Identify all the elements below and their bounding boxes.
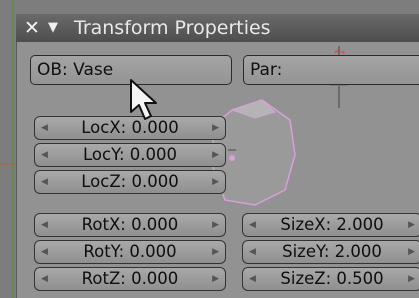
arrow-left-icon[interactable]: ◀ — [249, 268, 256, 290]
rot-z-label: RotZ: 0.000 — [81, 269, 179, 288]
arrow-left-icon[interactable]: ◀ — [41, 214, 48, 236]
arrow-left-icon[interactable]: ◀ — [249, 241, 256, 263]
rot-z-button[interactable]: ◀ RotZ: 0.000 ▶ — [34, 267, 226, 291]
collapse-triangle-icon[interactable]: ▼ — [48, 14, 58, 42]
arrow-left-icon[interactable]: ◀ — [41, 144, 48, 166]
arrow-right-icon[interactable]: ▶ — [408, 214, 415, 236]
arrow-right-icon[interactable]: ▶ — [212, 171, 219, 193]
size-z-label: SizeZ: 0.500 — [280, 269, 384, 288]
arrow-left-icon[interactable]: ◀ — [249, 214, 256, 236]
arrow-right-icon[interactable]: ▶ — [408, 268, 415, 290]
rot-x-button[interactable]: ◀ RotX: 0.000 ▶ — [34, 213, 226, 237]
arrow-right-icon[interactable]: ▶ — [408, 241, 415, 263]
size-y-button[interactable]: ◀ SizeY: 2.000 ▶ — [242, 240, 419, 264]
size-y-label: SizeY: 2.000 — [282, 242, 382, 261]
arrow-left-icon[interactable]: ◀ — [41, 241, 48, 263]
arrow-right-icon[interactable]: ▶ — [212, 214, 219, 236]
size-x-label: SizeX: 2.000 — [280, 215, 384, 234]
loc-z-button[interactable]: ◀ LocZ: 0.000 ▶ — [34, 170, 226, 194]
close-icon[interactable]: ✕ — [24, 14, 40, 42]
loc-y-label: LocY: 0.000 — [83, 145, 177, 164]
parent-field[interactable]: Par: — [243, 55, 419, 85]
rot-y-label: RotY: 0.000 — [83, 242, 177, 261]
arrow-right-icon[interactable]: ▶ — [212, 117, 219, 139]
loc-z-label: LocZ: 0.000 — [81, 172, 179, 191]
arrow-left-icon[interactable]: ◀ — [41, 171, 48, 193]
size-x-button[interactable]: ◀ SizeX: 2.000 ▶ — [242, 213, 419, 237]
panel-title: Transform Properties — [74, 17, 271, 39]
rot-y-button[interactable]: ◀ RotY: 0.000 ▶ — [34, 240, 226, 264]
mouse-cursor-icon — [130, 79, 157, 120]
size-z-button[interactable]: ◀ SizeZ: 0.500 ▶ — [242, 267, 419, 291]
arrow-right-icon[interactable]: ▶ — [212, 144, 219, 166]
arrow-left-icon[interactable]: ◀ — [41, 117, 48, 139]
arrow-left-icon[interactable]: ◀ — [41, 268, 48, 290]
rot-x-label: RotX: 0.000 — [81, 215, 179, 234]
loc-y-button[interactable]: ◀ LocY: 0.000 ▶ — [34, 143, 226, 167]
arrow-right-icon[interactable]: ▶ — [212, 268, 219, 290]
arrow-right-icon[interactable]: ▶ — [212, 241, 219, 263]
panel-header[interactable]: ✕ ▼ Transform Properties — [16, 14, 419, 42]
